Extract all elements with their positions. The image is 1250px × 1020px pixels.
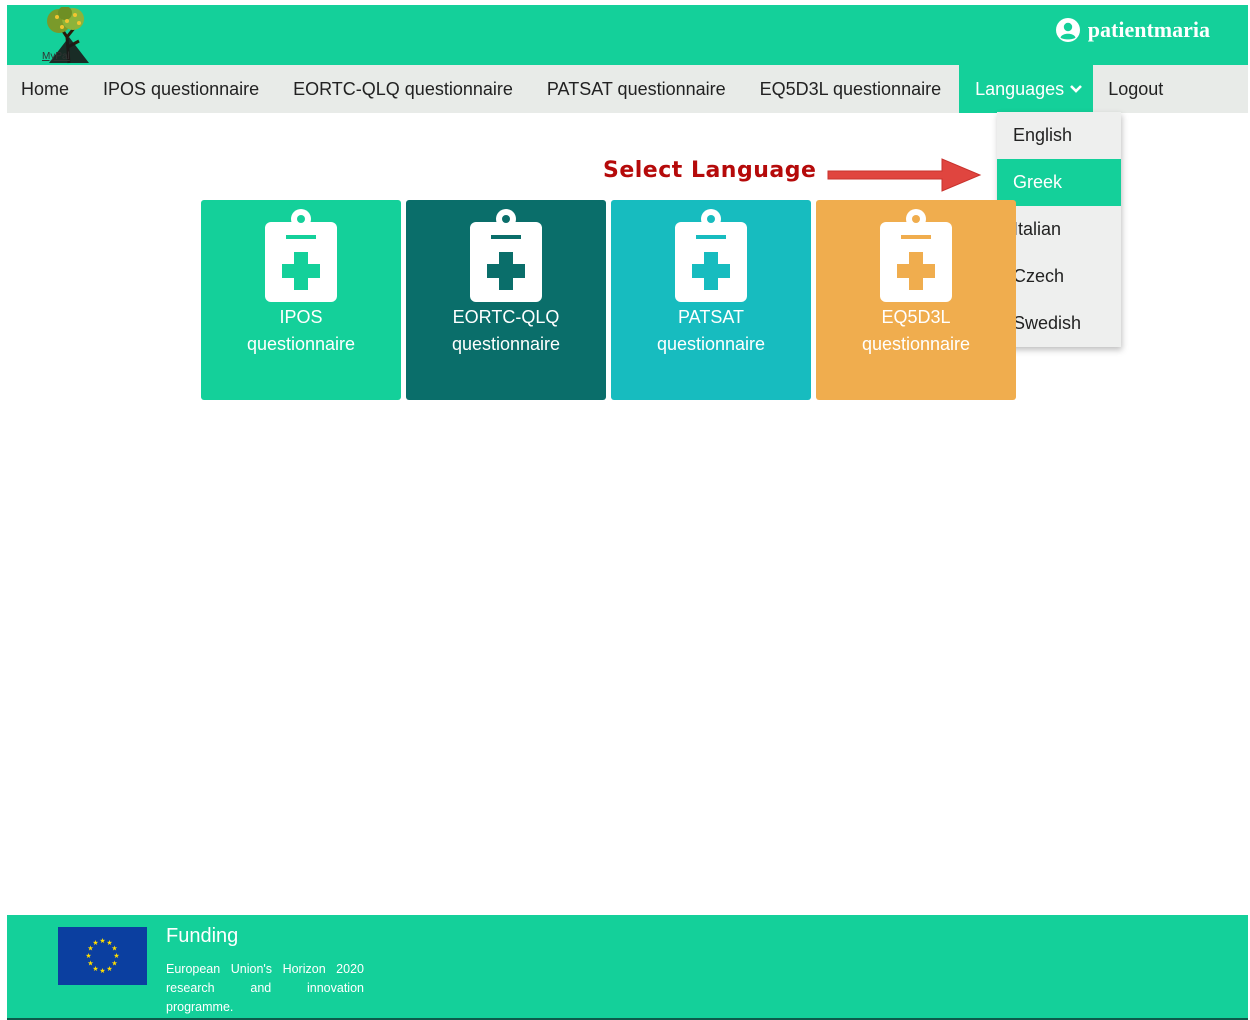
card-eortc-qlq[interactable]: EORTC-QLQ questionnaire — [406, 200, 606, 400]
top-header: MyPal patientmaria — [7, 5, 1248, 65]
user-circle-icon — [1055, 18, 1080, 42]
nav-eortc-qlq[interactable]: EORTC-QLQ questionnaire — [276, 65, 530, 113]
arrow-right-icon — [827, 158, 982, 192]
nav-ipos[interactable]: IPOS questionnaire — [86, 65, 276, 113]
logo-text: MyPal — [42, 51, 70, 62]
language-option-english[interactable]: English — [997, 112, 1121, 159]
footer: ★ ★ ★ ★ ★ ★ ★ ★ ★ ★ ★ ★ Funding European… — [7, 915, 1248, 1020]
nav-patsat[interactable]: PATSAT questionnaire — [530, 65, 743, 113]
mypal-logo[interactable]: MyPal — [29, 6, 99, 65]
card-patsat[interactable]: PATSAT questionnaire — [611, 200, 811, 400]
funding-title: Funding — [166, 925, 239, 947]
clipboard-medical-icon — [675, 209, 747, 302]
nav-eq5d3l[interactable]: EQ5D3L questionnaire — [743, 65, 958, 113]
card-eq5d3l-label: EQ5D3L questionnaire — [861, 307, 971, 354]
card-patsat-label: PATSAT questionnaire — [656, 307, 766, 354]
eu-flag-icon: ★ ★ ★ ★ ★ ★ ★ ★ ★ ★ ★ ★ — [58, 927, 147, 985]
svg-text:★: ★ — [99, 967, 105, 975]
card-eq5d3l[interactable]: EQ5D3L questionnaire — [816, 200, 1016, 400]
user-menu[interactable]: patientmaria — [1055, 17, 1210, 43]
card-eortc-qlq-label: EORTC-QLQ questionnaire — [451, 307, 561, 354]
svg-text:★: ★ — [85, 952, 91, 960]
card-ipos-label: IPOS questionnaire — [246, 307, 356, 354]
languages-label: Languages — [975, 79, 1065, 99]
nav-home[interactable]: Home — [7, 65, 86, 113]
clipboard-medical-icon — [880, 209, 952, 302]
funding-text: European Union's Horizon 2020 research a… — [166, 962, 364, 1014]
clipboard-medical-icon — [265, 209, 337, 302]
chevron-down-icon — [1070, 85, 1083, 93]
svg-text:★: ★ — [92, 939, 98, 947]
svg-text:★: ★ — [99, 937, 105, 945]
username: patientmaria — [1087, 17, 1210, 42]
card-ipos[interactable]: IPOS questionnaire — [201, 200, 401, 400]
logout-link[interactable]: Logout — [1093, 65, 1180, 113]
svg-text:★: ★ — [87, 960, 93, 968]
language-option-greek[interactable]: Greek — [997, 159, 1121, 206]
main-nav: Home IPOS questionnaire EORTC-QLQ questi… — [7, 65, 1248, 113]
svg-text:★: ★ — [106, 965, 112, 973]
languages-menu-button[interactable]: Languages — [959, 65, 1094, 113]
clipboard-medical-icon — [470, 209, 542, 302]
select-language-annotation: Select Language — [603, 158, 817, 183]
